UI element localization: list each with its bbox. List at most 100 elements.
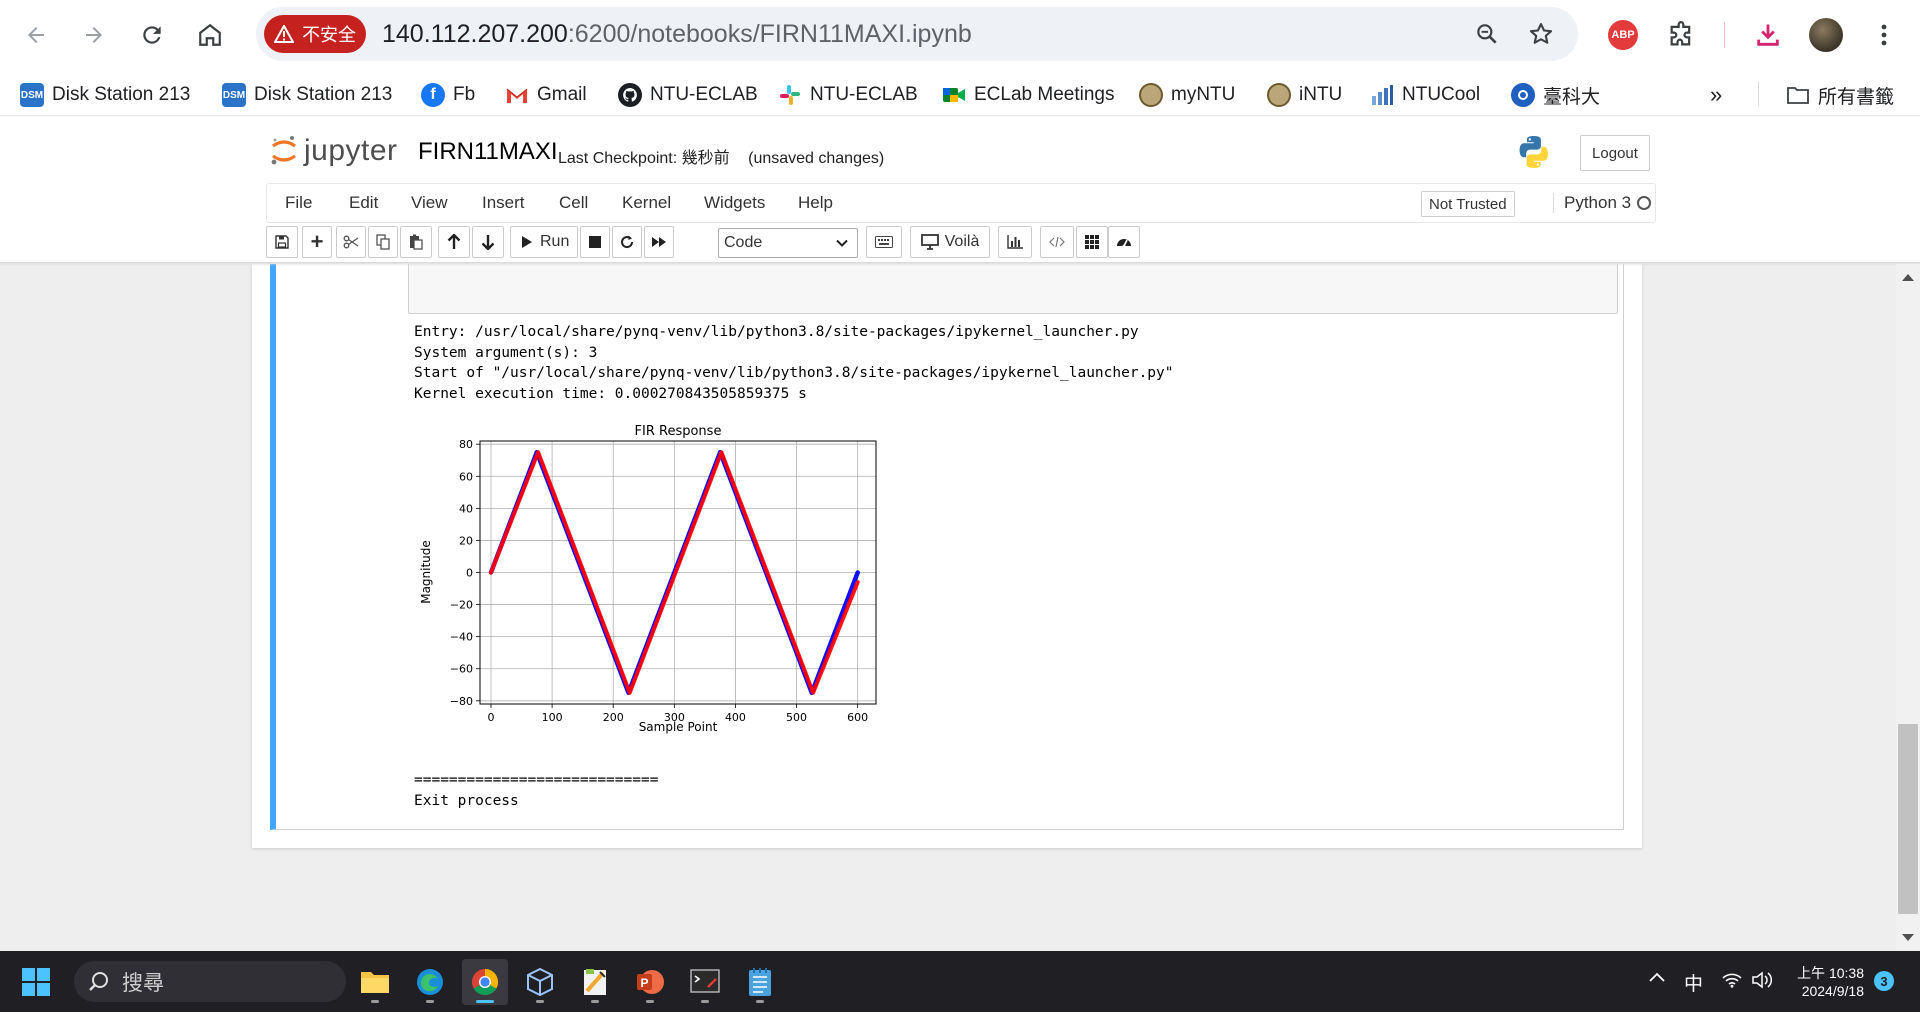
chevron-up-icon xyxy=(1649,972,1665,982)
home-button[interactable] xyxy=(192,17,228,53)
extensions-button[interactable] xyxy=(1661,15,1701,55)
folder-icon xyxy=(361,972,389,993)
code-toggle-button[interactable] xyxy=(1040,226,1074,258)
logout-button[interactable]: Logout xyxy=(1580,135,1650,171)
toolbar-divider xyxy=(1724,22,1725,48)
bookmark-disk-station-2[interactable]: DSM Disk Station 213 xyxy=(222,80,392,110)
save-button[interactable] xyxy=(266,226,298,258)
chrome-menu-button[interactable] xyxy=(1864,15,1904,55)
restart-button[interactable] xyxy=(612,226,642,258)
cell-input-area[interactable] xyxy=(408,264,1618,314)
bookmark-eclab-meetings[interactable]: ECLab Meetings xyxy=(942,80,1114,110)
bookmark-myntu[interactable]: myNTU xyxy=(1139,80,1235,110)
menu-help[interactable]: Help xyxy=(798,193,833,213)
adblock-extension-button[interactable]: ABP xyxy=(1603,15,1643,55)
menu-kernel[interactable]: Kernel xyxy=(622,193,671,213)
move-down-button[interactable] xyxy=(472,226,504,258)
volume-control[interactable] xyxy=(1752,971,1774,995)
x-tick-label: 100 xyxy=(542,711,563,724)
y-tick-label: 60 xyxy=(459,470,473,483)
taskbar-chrome[interactable] xyxy=(462,959,508,1005)
address-bar[interactable]: 不安全 140.112.207.200:6200/notebooks/FIRN1… xyxy=(256,7,1578,61)
bookmark-ntust[interactable]: 臺科大 xyxy=(1511,80,1600,110)
menu-view[interactable]: View xyxy=(411,193,448,213)
x-tick-label: 0 xyxy=(488,711,495,724)
keyboard-icon xyxy=(875,236,893,248)
menu-file[interactable]: File xyxy=(285,193,312,213)
cell-type-select[interactable]: Code xyxy=(718,228,858,258)
taskbar-editor-app[interactable] xyxy=(572,959,618,1005)
taskbar-search[interactable]: 搜尋 xyxy=(74,961,346,1002)
menu-cell[interactable]: Cell xyxy=(559,193,588,213)
notification-badge[interactable]: 3 xyxy=(1874,971,1894,991)
code-cell[interactable]: Entry: /usr/local/share/pynq-venv/lib/py… xyxy=(270,264,1624,830)
bookmark-intu[interactable]: iNTU xyxy=(1267,80,1342,110)
restart-icon xyxy=(621,235,634,249)
notebook-name[interactable]: FIRN11MAXI xyxy=(418,138,558,166)
forward-button[interactable] xyxy=(76,17,112,53)
start-button[interactable] xyxy=(22,968,50,1001)
run-button[interactable]: Run xyxy=(510,226,578,258)
input-method-indicator[interactable]: 中 xyxy=(1684,969,1703,996)
star-icon xyxy=(1529,23,1553,44)
taskbar-powerpoint[interactable]: P xyxy=(627,959,673,1005)
bookmark-label: Disk Station 213 xyxy=(254,84,393,105)
bookmarks-bar: DSM Disk Station 213 DSM Disk Station 213 … xyxy=(0,72,1920,116)
dashboard-button[interactable] xyxy=(1108,226,1140,258)
security-indicator[interactable]: 不安全 xyxy=(264,15,366,53)
taskbar-edge[interactable] xyxy=(407,959,453,1005)
move-up-button[interactable] xyxy=(438,226,470,258)
cut-button[interactable] xyxy=(336,226,366,258)
taskbar-notepad[interactable] xyxy=(737,959,783,1005)
search-icon xyxy=(89,971,108,991)
taskbar-clock[interactable]: 上午 10:38 2024/9/18 xyxy=(1792,964,1864,1000)
output-exit-line: Exit process xyxy=(414,792,519,809)
folder-icon xyxy=(1786,83,1810,107)
restart-run-all-button[interactable] xyxy=(644,226,674,258)
bookmark-star-button[interactable] xyxy=(1524,17,1558,51)
reload-button[interactable] xyxy=(134,17,170,53)
scroll-up-arrow-icon[interactable] xyxy=(1902,274,1914,281)
bookmark-gmail[interactable]: Gmail xyxy=(505,80,587,110)
taskbar-file-explorer[interactable] xyxy=(352,959,398,1005)
menu-insert[interactable]: Insert xyxy=(482,193,525,213)
show-hidden-icons-button[interactable] xyxy=(1648,967,1666,989)
network-status[interactable] xyxy=(1722,972,1742,994)
taskbar-terminal[interactable] xyxy=(682,959,728,1005)
back-button[interactable] xyxy=(18,17,54,53)
bookmark-slack-eclab[interactable]: NTU-ECLAB xyxy=(778,80,918,110)
running-indicator xyxy=(426,1000,434,1003)
menu-widgets[interactable]: Widgets xyxy=(704,193,765,213)
taskbar-3d-box-app[interactable] xyxy=(517,959,563,1005)
voila-button[interactable]: Voilà xyxy=(910,226,990,258)
menu-edit[interactable]: Edit xyxy=(349,193,378,213)
bookmark-folder-label: 所有書籤 xyxy=(1818,86,1895,108)
command-palette-button[interactable] xyxy=(866,226,902,258)
url-text[interactable]: 140.112.207.200:6200/notebooks/FIRN11MAX… xyxy=(382,20,972,49)
bookmark-github-eclab[interactable]: NTU-ECLAB xyxy=(618,80,758,110)
copy-button[interactable] xyxy=(368,226,398,258)
profile-button[interactable] xyxy=(1806,15,1846,55)
bookmark-ntucool[interactable]: NTUCool xyxy=(1370,80,1480,110)
paste-button[interactable] xyxy=(400,226,432,258)
avatar xyxy=(1809,18,1843,52)
github-icon xyxy=(618,83,642,107)
scroll-down-arrow-icon[interactable] xyxy=(1902,934,1914,941)
downloads-button[interactable] xyxy=(1748,15,1788,55)
grid-icon xyxy=(1085,235,1099,249)
all-bookmarks-button[interactable]: 所有書籤 xyxy=(1786,80,1894,110)
output-separator: ============================ xyxy=(414,772,659,788)
jupyter-logo[interactable]: jupyter xyxy=(270,134,398,168)
trust-status-button[interactable]: Not Trusted xyxy=(1421,191,1515,217)
grid-button[interactable] xyxy=(1076,226,1108,258)
insert-cell-button[interactable]: + xyxy=(302,226,332,258)
more-bookmarks-button[interactable]: » xyxy=(1710,80,1722,110)
bookmark-fb[interactable]: f Fb xyxy=(421,80,475,110)
zoom-button[interactable] xyxy=(1470,17,1504,51)
scrollbar-thumb[interactable] xyxy=(1898,724,1918,914)
interrupt-button[interactable] xyxy=(580,226,610,258)
chart-button[interactable] xyxy=(998,226,1032,258)
bookmark-disk-station-1[interactable]: DSM Disk Station 213 xyxy=(20,80,190,110)
notebook-area[interactable]: Entry: /usr/local/share/pynq-venv/lib/py… xyxy=(0,264,1896,951)
url-host: 140.112.207.200 xyxy=(382,20,568,48)
